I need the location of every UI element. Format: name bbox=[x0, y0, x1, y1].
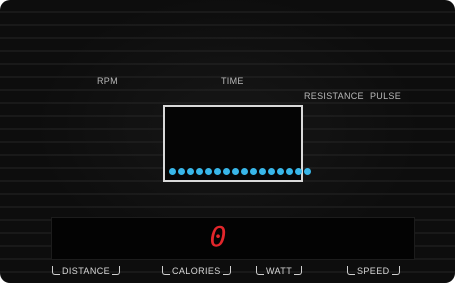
progress-dot bbox=[232, 168, 239, 175]
progress-dot bbox=[223, 168, 230, 175]
time-label: TIME bbox=[221, 76, 244, 86]
calories-mode-indicator[interactable]: CALORIES bbox=[162, 264, 231, 277]
lcd-matrix-display bbox=[163, 105, 311, 182]
bracket-right-icon bbox=[222, 266, 231, 275]
bracket-left-icon bbox=[52, 266, 60, 275]
progress-dot bbox=[241, 168, 248, 175]
progress-dot bbox=[214, 168, 221, 175]
segment-readout: 0 bbox=[209, 220, 227, 253]
progress-dot bbox=[259, 168, 266, 175]
progress-dot bbox=[250, 168, 257, 175]
progress-dot bbox=[205, 168, 212, 175]
segment-display-panel bbox=[51, 217, 415, 260]
speed-mode-indicator[interactable]: SPEED bbox=[347, 264, 400, 277]
progress-dot bbox=[277, 168, 284, 175]
progress-dot bbox=[169, 168, 176, 175]
progress-dot bbox=[196, 168, 203, 175]
bracket-left-icon bbox=[162, 266, 170, 275]
fitness-console-panel: RPM TIME RESISTANCE PULSE 0 DISTANCE CAL… bbox=[0, 0, 455, 283]
calories-label: CALORIES bbox=[172, 265, 221, 276]
bracket-right-icon bbox=[391, 266, 400, 275]
progress-dot bbox=[304, 168, 311, 175]
watt-mode-indicator[interactable]: WATT bbox=[256, 264, 303, 277]
bracket-right-icon bbox=[112, 266, 121, 275]
progress-dot bbox=[178, 168, 185, 175]
bracket-right-icon bbox=[294, 266, 303, 275]
distance-mode-indicator[interactable]: DISTANCE bbox=[52, 264, 121, 277]
watt-label: WATT bbox=[266, 265, 293, 276]
progress-dot bbox=[286, 168, 293, 175]
speed-label: SPEED bbox=[357, 265, 390, 276]
progress-dot bbox=[268, 168, 275, 175]
pulse-label: PULSE bbox=[370, 91, 402, 101]
rpm-label: RPM bbox=[97, 76, 118, 86]
progress-dot bbox=[295, 168, 302, 175]
progress-dot-row bbox=[169, 168, 311, 175]
bracket-left-icon bbox=[256, 266, 264, 275]
bracket-left-icon bbox=[347, 266, 355, 275]
resistance-label: RESISTANCE bbox=[304, 91, 364, 101]
distance-label: DISTANCE bbox=[62, 265, 111, 276]
progress-dot bbox=[187, 168, 194, 175]
